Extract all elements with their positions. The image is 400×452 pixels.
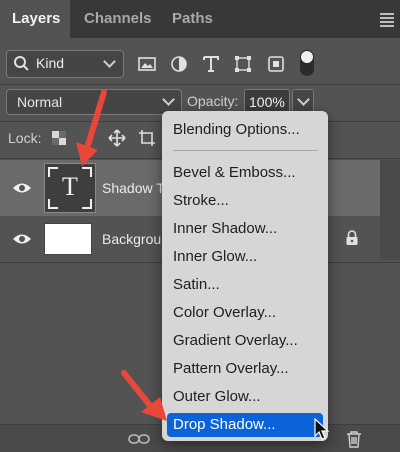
annotation-arrows — [76, 89, 167, 421]
mouse-cursor-icon — [314, 418, 330, 440]
annotation-arrow-to-drop-shadow — [121, 370, 167, 421]
annotation-arrow-to-layer — [76, 89, 107, 166]
